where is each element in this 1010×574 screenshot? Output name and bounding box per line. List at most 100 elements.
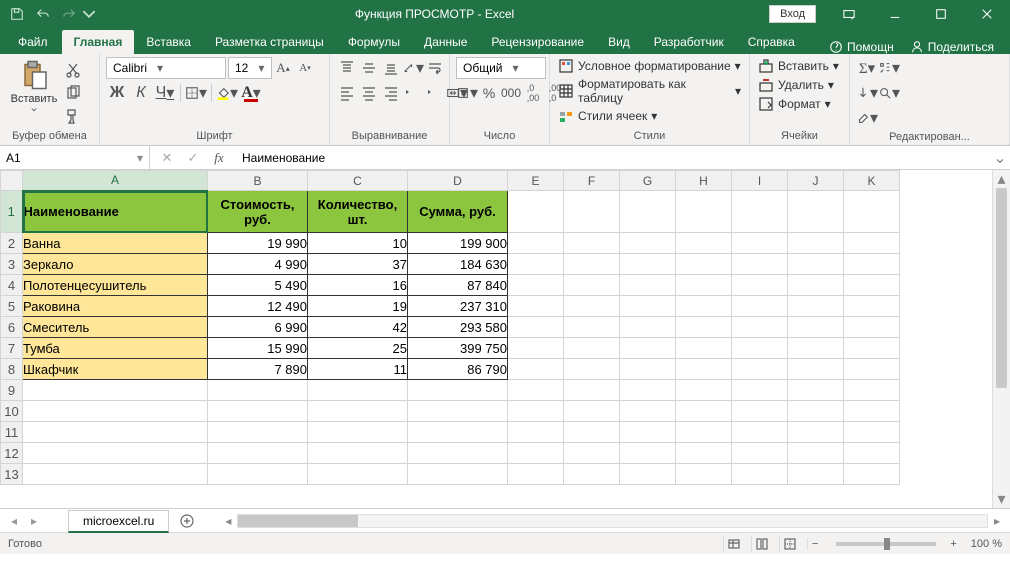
cell[interactable] — [844, 338, 900, 359]
align-middle-icon[interactable] — [358, 57, 380, 79]
cell[interactable] — [564, 401, 620, 422]
cell[interactable]: 237 310 — [408, 296, 508, 317]
cell[interactable] — [844, 380, 900, 401]
cell[interactable] — [620, 359, 676, 380]
cell[interactable] — [23, 464, 208, 485]
tab-home[interactable]: Главная — [62, 30, 135, 54]
cell[interactable]: Стоимость, руб. — [208, 191, 308, 233]
cell[interactable] — [788, 422, 844, 443]
tell-me-link[interactable]: Помощн — [821, 40, 902, 54]
cell[interactable] — [844, 401, 900, 422]
cell[interactable]: Раковина — [23, 296, 208, 317]
cell[interactable]: Тумба — [23, 338, 208, 359]
cell[interactable] — [788, 443, 844, 464]
cell[interactable] — [620, 233, 676, 254]
cell[interactable] — [620, 443, 676, 464]
cell[interactable] — [564, 359, 620, 380]
cell[interactable] — [676, 275, 732, 296]
cell[interactable]: 37 — [308, 254, 408, 275]
row-header[interactable]: 6 — [1, 317, 23, 338]
scroll-right-icon[interactable]: ▸ — [988, 514, 1006, 528]
cell[interactable]: Полотенцесушитель — [23, 275, 208, 296]
cell[interactable] — [408, 422, 508, 443]
cell[interactable] — [732, 422, 788, 443]
cell[interactable] — [732, 380, 788, 401]
cell[interactable]: 10 — [308, 233, 408, 254]
cell[interactable]: Сумма, руб. — [408, 191, 508, 233]
tab-file[interactable]: Файл — [4, 30, 62, 54]
share-link[interactable]: Поделиться — [902, 40, 1002, 54]
cell[interactable] — [620, 464, 676, 485]
align-top-icon[interactable] — [336, 57, 358, 79]
cell[interactable] — [732, 401, 788, 422]
cell[interactable] — [844, 254, 900, 275]
cell[interactable] — [620, 296, 676, 317]
cell[interactable] — [844, 443, 900, 464]
cell[interactable]: 19 990 — [208, 233, 308, 254]
cell[interactable] — [676, 464, 732, 485]
undo-icon[interactable] — [30, 0, 56, 28]
close-icon[interactable] — [964, 0, 1010, 28]
horizontal-scrollbar[interactable]: ◂ ▸ — [219, 514, 1010, 528]
cell[interactable] — [732, 317, 788, 338]
row-header[interactable]: 8 — [1, 359, 23, 380]
format-cells-button[interactable]: Формат▾ — [756, 95, 833, 113]
cell[interactable]: Зеркало — [23, 254, 208, 275]
col-header[interactable]: I — [732, 171, 788, 191]
clear-icon[interactable]: ▾ — [856, 107, 878, 129]
minimize-icon[interactable] — [872, 0, 918, 28]
tab-formulas[interactable]: Формулы — [336, 30, 412, 54]
cell[interactable] — [564, 191, 620, 233]
row-header[interactable]: 7 — [1, 338, 23, 359]
increase-font-icon[interactable]: A▴ — [272, 57, 294, 79]
cell[interactable] — [23, 443, 208, 464]
align-left-icon[interactable] — [336, 82, 358, 104]
cell[interactable] — [564, 443, 620, 464]
cell[interactable] — [564, 275, 620, 296]
cell[interactable] — [508, 380, 564, 401]
cell[interactable]: 87 840 — [408, 275, 508, 296]
orientation-icon[interactable]: ▾ — [402, 57, 424, 79]
cell[interactable] — [788, 464, 844, 485]
cell-styles-button[interactable]: Стили ячеек▾ — [556, 107, 659, 125]
italic-button[interactable]: К — [130, 82, 152, 104]
cell[interactable] — [732, 359, 788, 380]
cell[interactable] — [732, 275, 788, 296]
cell[interactable]: 12 490 — [208, 296, 308, 317]
cell[interactable] — [788, 380, 844, 401]
row-header[interactable]: 11 — [1, 422, 23, 443]
cell[interactable]: 184 630 — [408, 254, 508, 275]
cell[interactable]: 42 — [308, 317, 408, 338]
scroll-thumb[interactable] — [996, 188, 1007, 388]
zoom-out-icon[interactable]: − — [807, 538, 822, 550]
cell[interactable] — [508, 296, 564, 317]
cell[interactable] — [788, 254, 844, 275]
cell[interactable] — [408, 464, 508, 485]
zoom-level[interactable]: 100 % — [971, 538, 1002, 550]
cell[interactable]: 25 — [308, 338, 408, 359]
row-header[interactable]: 3 — [1, 254, 23, 275]
expand-formula-bar-icon[interactable]: ⌄ — [990, 148, 1010, 168]
cell[interactable] — [308, 380, 408, 401]
sheet-nav[interactable]: ◂ ▸ — [0, 514, 48, 528]
cell[interactable] — [508, 233, 564, 254]
align-bottom-icon[interactable] — [380, 57, 402, 79]
cell[interactable] — [564, 338, 620, 359]
cell[interactable] — [508, 464, 564, 485]
cell[interactable] — [508, 443, 564, 464]
cell[interactable] — [844, 422, 900, 443]
cell[interactable]: 199 900 — [408, 233, 508, 254]
cell[interactable] — [23, 401, 208, 422]
align-center-icon[interactable] — [358, 82, 380, 104]
col-header[interactable]: H — [676, 171, 732, 191]
tab-review[interactable]: Рецензирование — [479, 30, 596, 54]
cell[interactable] — [208, 443, 308, 464]
new-sheet-icon[interactable] — [175, 514, 199, 528]
cell[interactable] — [508, 254, 564, 275]
cell[interactable] — [676, 359, 732, 380]
cell[interactable] — [208, 464, 308, 485]
cell[interactable] — [676, 254, 732, 275]
cell[interactable]: 15 990 — [208, 338, 308, 359]
cell[interactable] — [308, 401, 408, 422]
col-header[interactable]: B — [208, 171, 308, 191]
